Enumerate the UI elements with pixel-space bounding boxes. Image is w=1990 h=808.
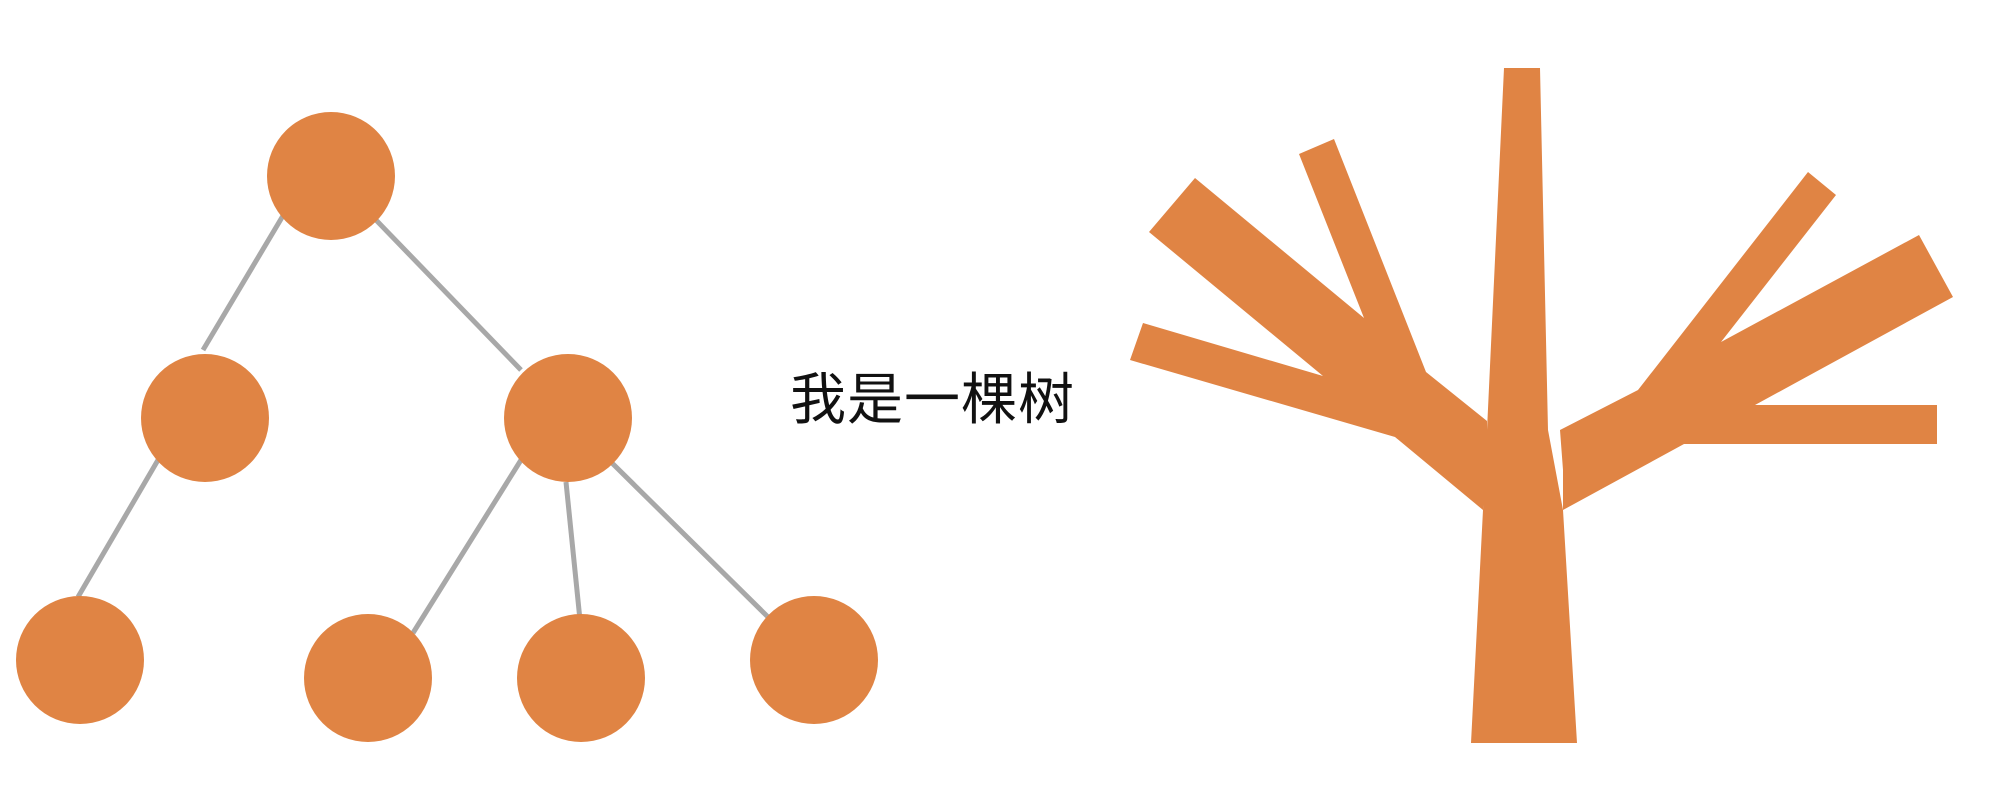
node-left-left: [16, 596, 144, 724]
node-left: [141, 354, 269, 482]
edge-root-right: [374, 218, 523, 372]
edge-left-leftleft: [75, 458, 161, 599]
caption: 我是一棵树: [790, 368, 1075, 433]
tree-trunk: [1471, 68, 1577, 743]
node-right-left: [304, 614, 432, 742]
node-right: [504, 354, 632, 482]
edge-root-left: [200, 212, 287, 352]
edge-right-rightmiddle: [563, 481, 583, 621]
hierarchy-tree: [16, 112, 878, 742]
tree-branch-lower-left: [1130, 139, 1487, 510]
tree-icon: [1130, 68, 1953, 743]
tree-branch-lower-right: [1560, 172, 1953, 510]
node-root: [267, 112, 395, 240]
node-right-middle: [517, 614, 645, 742]
node-right-right: [750, 596, 878, 724]
edge-right-rightright: [610, 461, 770, 619]
edge-right-rightleft: [410, 458, 524, 635]
